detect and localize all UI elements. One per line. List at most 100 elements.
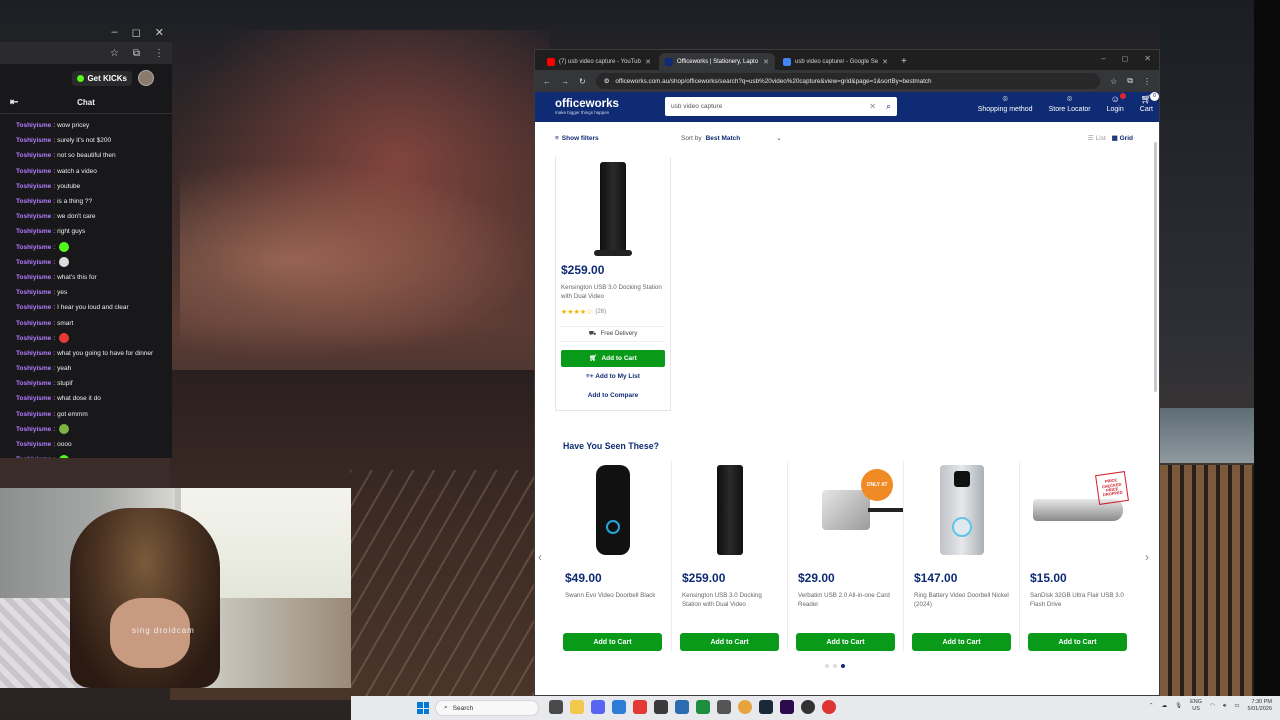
close-tab-icon[interactable]: ✕ [763, 58, 769, 66]
nav-store-locator[interactable]: ⌾ Store Locator [1049, 95, 1091, 114]
chrome-icon[interactable] [738, 700, 752, 714]
premiere-icon[interactable] [780, 700, 794, 714]
carousel-dot[interactable] [825, 664, 829, 668]
carousel-prev-icon[interactable]: ‹ [538, 550, 542, 564]
chat-username[interactable]: Toshiyisme [16, 198, 51, 205]
back-icon[interactable]: ← [543, 77, 551, 86]
nav-login[interactable]: ☺ Login [1107, 93, 1126, 113]
chat-username[interactable]: Toshiyisme [16, 456, 51, 458]
language-indicator[interactable]: ENG US [1190, 699, 1202, 713]
task-view-icon[interactable] [549, 700, 563, 714]
chat-username[interactable]: Toshiyisme [16, 320, 51, 327]
close-icon[interactable]: ✕ [1144, 54, 1151, 63]
app-icon[interactable] [696, 700, 710, 714]
product-image[interactable] [556, 157, 670, 257]
file-explorer-icon[interactable] [570, 700, 584, 714]
add-to-cart-button[interactable]: 🛒︎ Add to Cart [561, 349, 665, 367]
get-kicks-button[interactable]: Get KICKs [72, 70, 132, 86]
site-info-icon[interactable]: ⚙ [604, 78, 610, 85]
forward-icon[interactable]: → [561, 77, 569, 86]
tray-overflow-icon[interactable]: ⌃ [1149, 703, 1154, 709]
close-button[interactable]: ✕ [155, 26, 164, 39]
search-input[interactable]: usb video capture ✕ ⌕ [665, 97, 897, 116]
add-to-cart-button[interactable]: Add to Cart [563, 633, 662, 651]
page-scrollbar[interactable] [1154, 142, 1157, 392]
chat-username[interactable]: Toshiyisme [16, 395, 51, 402]
recommendation-name[interactable]: Swann Evo Video Doorbell Black [555, 585, 671, 615]
collapse-chat-icon[interactable]: ⇤ [10, 97, 18, 108]
chat-username[interactable]: Toshiyisme [16, 137, 51, 144]
menu-icon[interactable]: ⋮ [1143, 77, 1151, 86]
maximize-icon[interactable]: ◻ [1122, 54, 1129, 63]
new-tab-button[interactable]: + [895, 56, 913, 70]
chat-username[interactable]: Toshiyisme [16, 228, 51, 235]
extensions-icon[interactable]: ⧉ [1127, 76, 1133, 86]
recommendation-name[interactable]: SanDisk 32GB Ultra Flair USB 3.0 Flash D… [1020, 585, 1135, 615]
add-to-cart-button[interactable]: Add to Cart [1028, 633, 1127, 651]
chat-username[interactable]: Toshiyisme [16, 259, 51, 266]
browser-tab[interactable]: usb video capturer - Google Se ✕ [777, 53, 893, 70]
nav-cart[interactable]: 🛒︎ 0 Cart [1140, 92, 1159, 113]
minimize-button[interactable]: – [112, 26, 118, 38]
view-list-button[interactable]: ☰ List [1088, 134, 1106, 142]
battery-icon[interactable]: ▭ [1234, 703, 1239, 709]
recommendation-image[interactable] [904, 461, 1019, 559]
chat-username[interactable]: Toshiyisme [16, 168, 51, 175]
carousel-dot[interactable] [841, 664, 845, 668]
chat-username[interactable]: Toshiyisme [16, 244, 51, 251]
app-icon[interactable] [717, 700, 731, 714]
review-count[interactable]: (26) [595, 309, 606, 315]
chat-username[interactable]: Toshiyisme [16, 183, 51, 190]
carousel-next-icon[interactable]: › [1145, 550, 1149, 564]
clear-search-icon[interactable]: ✕ [869, 102, 876, 111]
bookmark-star-icon[interactable]: ☆ [1110, 77, 1117, 86]
chat-username[interactable]: Toshiyisme [16, 441, 51, 448]
add-to-cart-button[interactable]: Add to Cart [796, 633, 895, 651]
app-icon[interactable] [612, 700, 626, 714]
volume-icon[interactable]: 🔊︎ [1223, 703, 1226, 710]
app-icon[interactable] [822, 700, 836, 714]
chat-username[interactable]: Toshiyisme [16, 380, 51, 387]
recommendation-name[interactable]: Kensington USB 3.0 Docking Station with … [672, 585, 787, 615]
discord-icon[interactable] [591, 700, 605, 714]
onedrive-icon[interactable]: ☁ [1162, 703, 1168, 709]
recommendation-name[interactable]: Verbatim USB 2.0 All-in-one Card Reader [788, 585, 903, 615]
add-to-cart-button[interactable]: Add to Cart [912, 633, 1011, 651]
avatar[interactable] [138, 70, 154, 86]
show-filters-button[interactable]: ≡ Show filters [555, 135, 599, 142]
add-to-list-button[interactable]: ≡+ Add to My List [556, 367, 670, 380]
reload-icon[interactable]: ↻ [579, 77, 586, 86]
close-tab-icon[interactable]: ✕ [645, 58, 651, 66]
chat-username[interactable]: Toshiyisme [16, 304, 51, 311]
chat-username[interactable]: Toshiyisme [16, 289, 51, 296]
chat-username[interactable]: Toshiyisme [16, 335, 51, 342]
start-button[interactable] [417, 702, 429, 714]
browser-tab[interactable]: (7) usb video capture - YouTub ✕ [541, 53, 657, 70]
obs-icon[interactable] [801, 700, 815, 714]
chat-username[interactable]: Toshiyisme [16, 411, 51, 418]
chat-username[interactable]: Toshiyisme [16, 213, 51, 220]
app-icon[interactable] [654, 700, 668, 714]
view-grid-button[interactable]: ▦ Grid [1112, 134, 1133, 142]
recommendation-name[interactable]: Ring Battery Video Doorbell Nickel (2024… [904, 585, 1019, 615]
url-field[interactable]: ⚙ officeworks.com.au/shop/officeworks/se… [595, 73, 1101, 89]
chat-username[interactable]: Toshiyisme [16, 365, 51, 372]
extensions-icon[interactable]: ⧉ [133, 48, 140, 59]
chat-username[interactable]: Toshiyisme [16, 350, 51, 357]
close-tab-icon[interactable]: ✕ [882, 58, 888, 66]
chat-username[interactable]: Toshiyisme [16, 274, 51, 281]
browser-tab[interactable]: Officeworks | Stationery, Lapto ✕ [659, 53, 775, 70]
app-icon[interactable] [675, 700, 689, 714]
app-icon[interactable] [633, 700, 647, 714]
site-logo[interactable]: officeworks make bigger things happen [555, 98, 619, 116]
add-to-compare-button[interactable]: Add to Compare [556, 380, 670, 399]
bookmark-star-icon[interactable]: ☆ [110, 48, 119, 59]
clock[interactable]: 7:30 PM 5/01/2026 [1248, 699, 1272, 713]
microphone-icon[interactable]: 🎙︎ [1175, 703, 1182, 709]
carousel-dot[interactable] [833, 664, 837, 668]
search-icon[interactable]: ⌕ [886, 101, 891, 112]
add-to-cart-button[interactable]: Add to Cart [680, 633, 779, 651]
maximize-button[interactable]: ◻ [132, 26, 141, 39]
recommendation-image[interactable] [555, 461, 671, 559]
taskbar-search[interactable]: ⌕ Search [435, 700, 539, 716]
